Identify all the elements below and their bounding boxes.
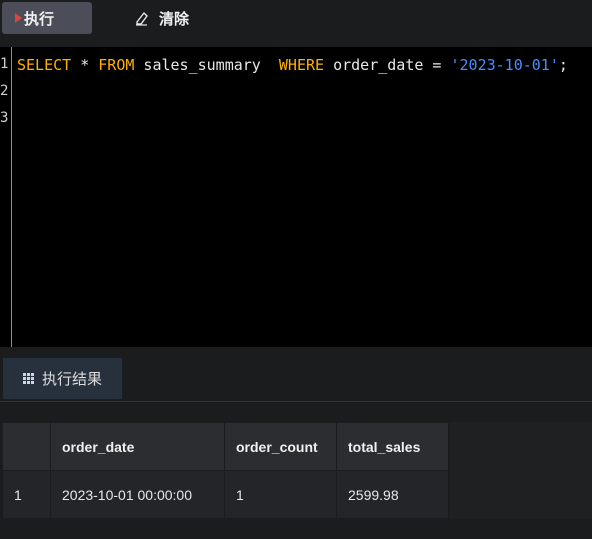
result-tab-bar: 执行结果 (0, 347, 592, 402)
column-header-order-count[interactable]: order_count (224, 422, 337, 471)
order-date-cell[interactable]: 2023-10-01 00:00:00 (50, 470, 225, 519)
tab-results[interactable]: 执行结果 (3, 358, 122, 399)
table-row[interactable]: 1 2023-10-01 00:00:00 1 2599.98 (2, 470, 449, 519)
line-number-gutter: 1 2 3 (0, 47, 12, 347)
total-sales-cell[interactable]: 2599.98 (336, 470, 449, 519)
token-string-value: '2023-10-01' (450, 56, 559, 74)
order-count-cell[interactable]: 1 (224, 470, 337, 519)
results-table: order_date order_count total_sales 1 202… (2, 422, 449, 519)
clear-button-label: 清除 (159, 9, 190, 28)
code-line-1[interactable]: SELECT * FROM sales_summary WHERE order_… (17, 55, 568, 75)
run-button-label: 执行 (24, 9, 55, 28)
play-icon (15, 13, 22, 23)
token-star: * (71, 56, 99, 74)
table-grid-icon (23, 373, 34, 384)
column-header-total-sales[interactable]: total_sales (336, 422, 449, 471)
keyword-select: SELECT (17, 56, 72, 74)
row-index-cell: 1 (2, 470, 51, 519)
tab-results-label: 执行结果 (42, 370, 103, 388)
line-number: 1 (0, 56, 9, 72)
token-condition: order_date = (324, 56, 451, 74)
token-table: sales_summary (134, 56, 279, 74)
table-header-row: order_date order_count total_sales (2, 422, 449, 471)
table-empty-area (450, 422, 592, 519)
keyword-from: FROM (98, 56, 135, 74)
token-semicolon: ; (558, 56, 568, 74)
line-number: 3 (0, 110, 9, 126)
sql-editor[interactable]: 1 2 3 SELECT * FROM sales_summary WHERE … (0, 47, 592, 347)
toolbar: 执行 清除 (0, 0, 592, 38)
eraser-icon (136, 11, 148, 26)
line-number: 2 (0, 83, 9, 99)
clear-button[interactable]: 清除 (126, 2, 206, 34)
keyword-where: WHERE (278, 56, 325, 74)
results-panel: order_date order_count total_sales 1 202… (0, 402, 592, 539)
column-header-order-date[interactable]: order_date (50, 422, 225, 471)
column-header-index (2, 422, 51, 471)
run-button[interactable]: 执行 (2, 2, 92, 34)
